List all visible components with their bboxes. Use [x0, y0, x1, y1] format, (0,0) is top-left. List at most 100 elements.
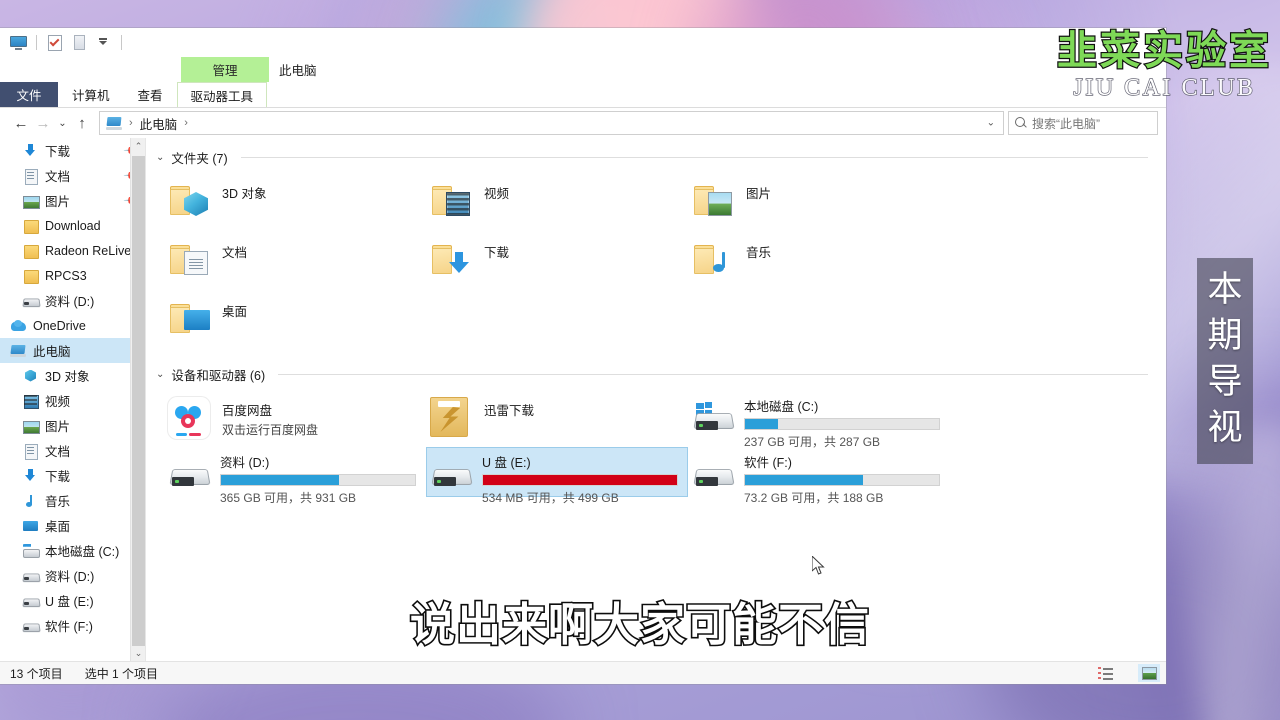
sidebar-item[interactable]: 音乐: [0, 488, 145, 513]
folder-tile[interactable]: 文档: [164, 233, 426, 292]
sidebar-item[interactable]: Download: [0, 213, 145, 238]
paste-icon[interactable]: [68, 33, 90, 53]
folder-tile[interactable]: 图片: [688, 174, 950, 233]
sidebar-item[interactable]: 视频: [0, 388, 145, 413]
tab-file[interactable]: 文件: [0, 82, 58, 107]
drive-windows-icon: [692, 402, 736, 444]
folder-tile[interactable]: 桌面: [164, 292, 426, 351]
toolbar-divider: [121, 35, 122, 50]
navigation-pane: 下载📌文档📌图片📌 Download Radeon ReLive RPCS3 资料 (D…: [0, 138, 145, 661]
side-banner-char: 期: [1207, 316, 1243, 355]
forward-button[interactable]: →: [32, 111, 54, 135]
drive-capacity-label: 365 GB 可用，共 931 GB: [220, 491, 357, 505]
drive-icon: [22, 293, 39, 309]
drive-tile[interactable]: U 盘 (E:) 534 MB 可用，共 499 GB: [426, 447, 688, 505]
sidebar-item-label: RPCS3: [45, 268, 87, 283]
properties-icon[interactable]: [44, 33, 66, 53]
folder-name: 3D 对象: [222, 187, 267, 201]
onedrive-icon: [10, 318, 27, 334]
folder-name: 图片: [746, 187, 772, 201]
sidebar-item[interactable]: 资料 (D:): [0, 563, 145, 588]
breadcrumb-separator: ›: [129, 117, 133, 129]
tab-drive-tools[interactable]: 驱动器工具: [176, 82, 268, 107]
drive-name: 软件 (F:): [744, 456, 792, 470]
3d-objects-icon: [22, 368, 39, 384]
sidebar-item[interactable]: RPCS3: [0, 263, 145, 288]
folder-tile[interactable]: 视频: [426, 174, 688, 233]
navigation-scrollbar[interactable]: ⌃ ⌄: [130, 138, 145, 661]
scroll-down-icon[interactable]: ⌄: [131, 645, 145, 661]
sidebar-item[interactable]: 本地磁盘 (C:): [0, 538, 145, 563]
sidebar-item[interactable]: 文档: [0, 438, 145, 463]
window-title: 此电脑: [279, 64, 317, 78]
large-icons-view-button[interactable]: [1138, 664, 1160, 682]
file-explorer-window: 管理 此电脑 文件 计算机 查看 驱动器工具 ← → ⌄ ↑ › 此电脑 › ⌄…: [0, 28, 1166, 684]
drive-info: 本地磁盘 (C:) 237 GB 可用，共 287 GB: [744, 394, 946, 450]
sidebar-item[interactable]: 图片📌: [0, 188, 145, 213]
drive-capacity-label: 534 MB 可用，共 499 GB: [482, 491, 619, 505]
this-pc-icon[interactable]: [7, 33, 29, 53]
tab-computer[interactable]: 计算机: [58, 82, 124, 107]
device-app-text: 百度网盘 双击运行百度网盘: [222, 395, 318, 438]
folder-name: 音乐: [746, 246, 772, 260]
ribbon-tabs: 文件 计算机 查看 驱动器工具: [0, 82, 1166, 107]
sidebar-item[interactable]: 文档📌: [0, 163, 145, 188]
music-icon: [22, 493, 39, 509]
sidebar-item[interactable]: 下载: [0, 463, 145, 488]
chevron-down-icon[interactable]: ⌄: [987, 118, 995, 129]
folder-icon: [22, 243, 39, 259]
sidebar-item[interactable]: OneDrive: [0, 313, 145, 338]
back-button[interactable]: ←: [10, 111, 32, 135]
group-header-folders[interactable]: ⌄ 文件夹 (7): [146, 144, 1166, 170]
device-app-tile[interactable]: 迅雷下载: [426, 391, 688, 447]
up-button[interactable]: ↑: [71, 111, 93, 135]
breadcrumb-item-this-pc[interactable]: 此电脑: [140, 114, 178, 133]
scrollbar-thumb[interactable]: [132, 156, 145, 646]
breadcrumb-separator[interactable]: ›: [181, 117, 191, 129]
chevron-down-icon[interactable]: ⌄: [156, 369, 164, 380]
device-app-tile[interactable]: 百度网盘 双击运行百度网盘: [164, 391, 426, 447]
contextual-tab-manage: 管理: [181, 57, 269, 82]
drive-name: U 盘 (E:): [482, 456, 531, 470]
sidebar-item-label: 视频: [45, 395, 71, 409]
sidebar-item[interactable]: 桌面: [0, 513, 145, 538]
drive-tile[interactable]: 资料 (D:) 365 GB 可用，共 931 GB: [164, 447, 426, 505]
sidebar-item[interactable]: U 盘 (E:): [0, 588, 145, 613]
folder-tile-text: 图片: [746, 178, 771, 202]
recent-locations-button[interactable]: ⌄: [54, 111, 71, 135]
folder-tile-text: 音乐: [746, 237, 771, 261]
details-view-button[interactable]: [1094, 664, 1116, 682]
sidebar-item-label: U 盘 (E:): [45, 595, 94, 609]
sidebar-item[interactable]: 资料 (D:): [0, 288, 145, 313]
sidebar-item-label: 本地磁盘 (C:): [45, 545, 120, 559]
pictures-icon: [22, 418, 40, 434]
scroll-up-icon[interactable]: ⌃: [131, 138, 145, 154]
device-app-name: 迅雷下载: [484, 404, 535, 418]
address-bar: ← → ⌄ ↑ › 此电脑 › ⌄ 搜索“此电脑”: [0, 108, 1166, 138]
drive-tile[interactable]: 本地磁盘 (C:) 237 GB 可用，共 287 GB: [688, 391, 950, 449]
folder-tile-list: 3D 对象 视频 图片文档 下载 音乐桌面: [146, 170, 1166, 351]
sidebar-item-label: 软件 (F:): [45, 620, 93, 634]
sidebar-item-label: 此电脑: [33, 345, 71, 359]
sidebar-item[interactable]: 下载📌: [0, 138, 145, 163]
customize-dropdown-icon[interactable]: [92, 33, 114, 53]
drive-tile[interactable]: 软件 (F:) 73.2 GB 可用，共 188 GB: [688, 447, 950, 505]
this-pc-icon: [106, 116, 122, 130]
search-input[interactable]: 搜索“此电脑”: [1008, 111, 1158, 135]
tab-view[interactable]: 查看: [124, 82, 177, 107]
sidebar-item[interactable]: 此电脑: [0, 338, 145, 363]
folder-tile[interactable]: 音乐: [688, 233, 950, 292]
folder-tile[interactable]: 3D 对象: [164, 174, 426, 233]
side-banner-char: 视: [1207, 408, 1243, 447]
breadcrumb[interactable]: › 此电脑 › ⌄: [99, 111, 1004, 135]
drive-usage-bar: [744, 418, 940, 430]
sidebar-item[interactable]: 软件 (F:): [0, 613, 145, 638]
desktop-icon: [22, 518, 39, 534]
folder-tile[interactable]: 下载: [426, 233, 688, 292]
group-header-devices[interactable]: ⌄ 设备和驱动器 (6): [146, 361, 1166, 387]
sidebar-item[interactable]: Radeon ReLive: [0, 238, 145, 263]
sidebar-item[interactable]: 3D 对象: [0, 363, 145, 388]
download-icon: [22, 143, 39, 159]
chevron-down-icon[interactable]: ⌄: [156, 152, 164, 163]
sidebar-item[interactable]: 图片: [0, 413, 145, 438]
